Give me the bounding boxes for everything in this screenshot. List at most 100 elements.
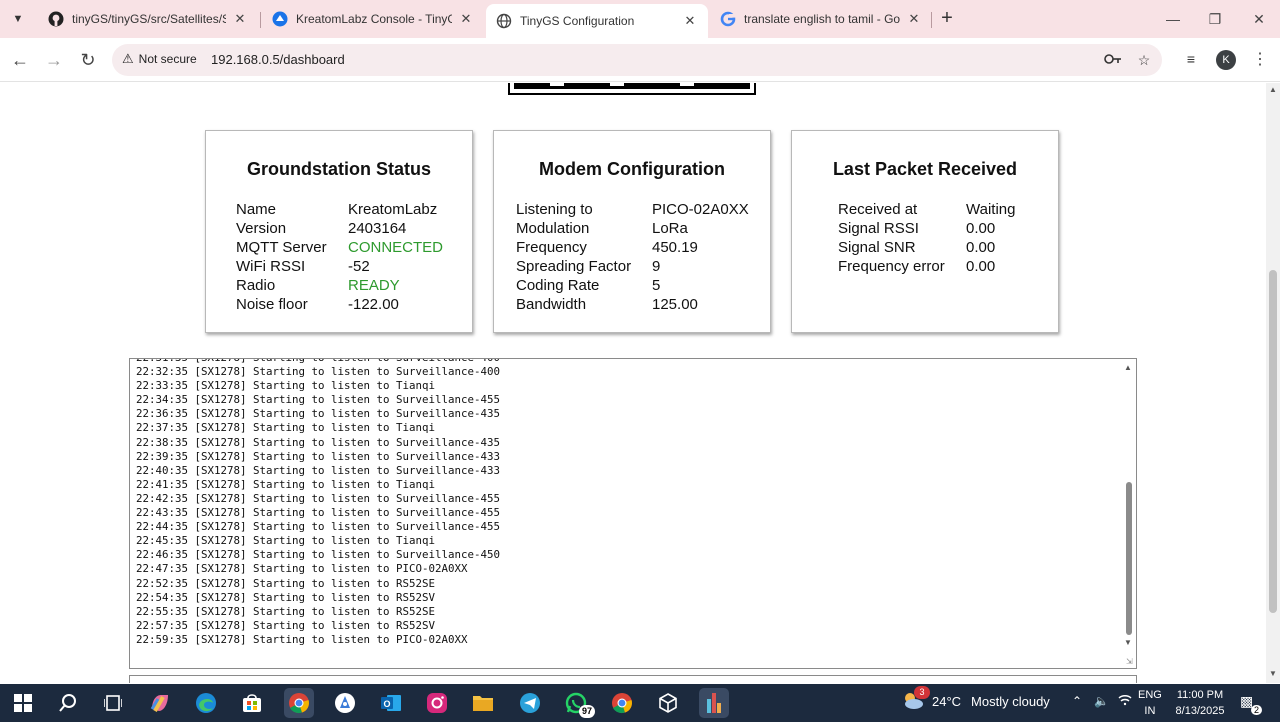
telegram-icon[interactable] [515,688,545,718]
scroll-up-icon[interactable]: ▲ [1269,85,1277,94]
region-code: IN [1144,705,1156,717]
language-indicator[interactable]: ENG IN [1138,687,1162,719]
row-value: 450.19 [652,239,698,256]
log-line: 22:47:35 [SX1278] Starting to listen to … [136,562,468,576]
notification-center[interactable]: ▩ 2 [1240,693,1262,715]
tab-tinygs-configuration[interactable]: TinyGS Configuration ✕ [486,4,708,38]
weather-widget[interactable]: 3 24°C Mostly cloudy [902,686,1050,710]
status-row: MQTT Server CONNECTED [236,239,443,258]
log-line: 22:37:35 [SX1278] Starting to listen to … [136,421,436,435]
close-icon[interactable]: ✕ [682,13,698,29]
row-key: Modulation [516,220,590,237]
row-key: Coding Rate [516,277,600,294]
close-icon[interactable]: ✕ [458,11,474,27]
screen: ▼ tinyGS/tinyGS/src/Satellites/Sat ✕ Kre… [0,0,1280,722]
copilot-app-icon[interactable] [330,688,360,718]
modem-row: Coding Rate 5 [516,277,749,296]
tab-github[interactable]: tinyGS/tinyGS/src/Satellites/Sat ✕ [38,4,258,34]
row-key: Noise floor [236,296,308,313]
minimize-button[interactable]: — [1158,8,1188,30]
reload-button[interactable]: ↻ [76,48,100,72]
outlook-icon[interactable]: O [376,688,406,718]
scrollbar-thumb[interactable] [1269,270,1277,613]
row-key: Signal RSSI [838,220,919,237]
row-value: -52 [348,258,370,275]
log-line: 22:34:35 [SX1278] Starting to listen to … [136,393,501,407]
card-title: Last Packet Received [832,159,1018,179]
console-scrollbar[interactable]: ▲ ▼ [1122,359,1136,668]
modem-configuration-card: Modem Configuration Listening to PICO-02A… [493,130,771,333]
row-value: -122.00 [348,296,399,313]
security-indicator[interactable]: ⚠ Not secure [122,51,197,67]
packet-row: Received at Waiting [838,201,1015,220]
back-button[interactable]: ← [8,48,32,72]
close-icon[interactable]: ✕ [232,11,248,27]
scroll-down-icon[interactable]: ▼ [1124,638,1132,647]
resize-handle[interactable]: ⇲ [1126,658,1135,667]
console-log[interactable]: 22:31:35 [SX1278] Starting to listen to … [129,358,1137,669]
log-line: 22:41:35 [SX1278] Starting to listen to … [136,477,436,491]
scroll-down-icon[interactable]: ▼ [1269,669,1277,678]
microsoft-store-icon[interactable] [237,688,267,718]
menu-icon[interactable]: ⋮ [1250,48,1270,72]
close-window-button[interactable]: ✕ [1244,8,1274,30]
log-text: 22:31:35 [SX1278] Starting to listen to … [136,359,501,647]
scroll-up-icon[interactable]: ▲ [1124,363,1132,372]
row-value: PICO-02A0XX [652,201,749,218]
volume-icon[interactable]: 🔈 [1094,694,1109,708]
forward-button[interactable]: → [42,48,66,72]
whatsapp-icon[interactable]: 97 [561,688,595,718]
log-line: 22:36:35 [SX1278] Starting to listen to … [136,407,501,421]
reading-list-icon[interactable]: ≡ [1180,48,1202,70]
instagram-icon[interactable] [422,688,452,718]
start-button[interactable] [8,688,38,718]
page-scrollbar[interactable]: ▲ ▼ [1266,83,1280,683]
wifi-icon[interactable] [1118,694,1132,709]
modem-row: Frequency 450.19 [516,239,749,258]
clock-time: 11:00 PM [1176,689,1224,701]
chevron-up-icon[interactable]: ⌃ [1072,694,1082,708]
arduino-ide-icon[interactable] [699,688,729,718]
modem-row: Spreading Factor 9 [516,258,749,277]
tab-google-translate[interactable]: translate english to tamil - Goo ✕ [710,4,932,34]
restore-button[interactable]: ❐ [1200,8,1230,30]
status-row: Version 2403164 [236,220,443,239]
chrome-profile-icon[interactable] [607,688,637,718]
search-button[interactable] [53,688,83,718]
row-key: Listening to [516,201,593,218]
globe-icon [496,13,512,29]
packet-list: Received at Waiting Signal RSSI 0.00 Signa… [838,201,1015,277]
cube-app-icon[interactable] [653,688,683,718]
row-key: Received at [838,201,918,218]
star-icon[interactable]: ☆ [1133,49,1155,71]
copilot-icon[interactable] [145,688,175,718]
url-text[interactable]: 192.168.0.5/dashboard [211,52,345,67]
row-value: LoRa [652,220,688,237]
cloudy-weather-icon: 3 [902,686,930,710]
logo-image [508,83,756,95]
svg-text:O: O [383,699,390,709]
new-tab-button[interactable]: + [937,8,957,30]
row-key: Spreading Factor [516,258,632,275]
log-line: 22:46:35 [SX1278] Starting to listen to … [136,548,501,562]
address-bar[interactable]: ⚠ Not secure 192.168.0.5/dashboard ☆ [112,44,1162,76]
tab-separator [931,12,932,28]
row-key: Signal SNR [838,239,916,256]
system-clock[interactable]: 11:00 PM 8/13/2025 [1170,687,1230,719]
search-icon [59,694,76,712]
scrollbar-thumb[interactable] [1126,482,1132,635]
command-input[interactable] [129,675,1137,683]
task-view-button[interactable] [98,688,128,718]
avatar[interactable]: K [1216,50,1236,70]
edge-icon[interactable] [191,688,221,718]
close-icon[interactable]: ✕ [906,11,922,27]
tab-kreatomlabz-console[interactable]: KreatomLabz Console - TinyGS ✕ [262,4,484,34]
key-icon[interactable] [1102,49,1124,71]
row-value: 5 [652,277,661,294]
row-key: Bandwidth [516,296,587,313]
status-badge: READY [348,277,400,294]
tab-search-button[interactable]: ▼ [6,8,30,30]
chrome-icon[interactable] [284,688,314,718]
browser-toolbar: ← → ↻ ⚠ Not secure 192.168.0.5/dashboard… [0,38,1280,82]
file-explorer-icon[interactable] [468,688,498,718]
